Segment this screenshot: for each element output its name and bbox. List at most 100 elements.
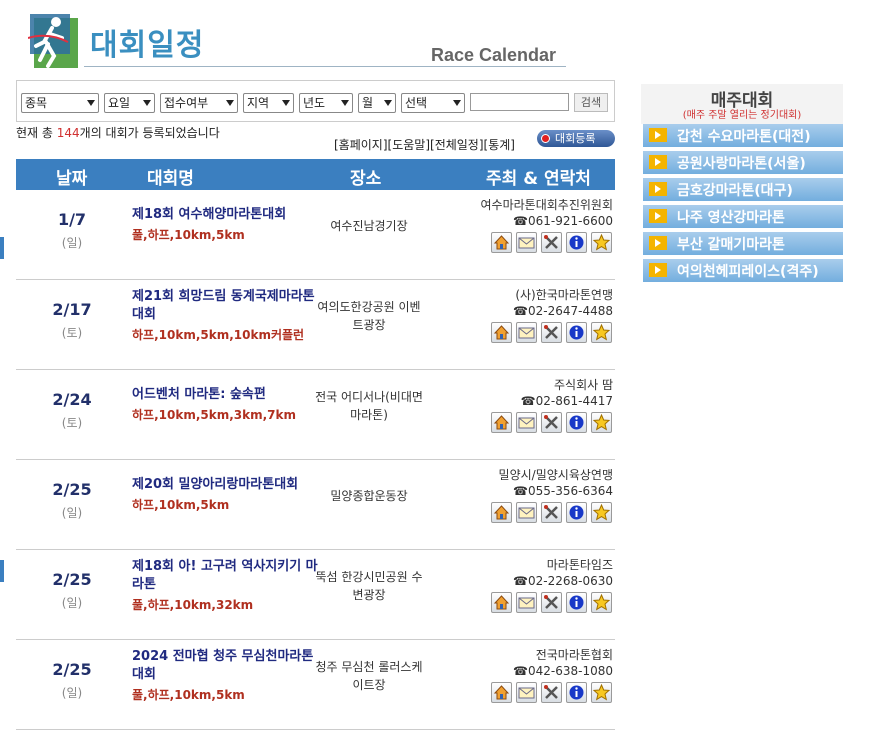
race-date: 2/17 (52, 300, 92, 319)
register-label: 대회등록 (555, 132, 596, 145)
race-organizer: 전국마라톤협회 (535, 648, 613, 662)
star-icon[interactable] (591, 682, 612, 703)
sidebar-race-link[interactable]: 나주 영산강마라톤 (643, 205, 843, 228)
region-select[interactable]: 지역 (243, 93, 294, 113)
info-icon[interactable] (566, 322, 587, 343)
mail-icon[interactable] (516, 592, 537, 613)
race-name-link[interactable]: 제21회 희망드림 동계국제마라톤대회 (132, 288, 318, 324)
nav-links[interactable]: [홈페이지][도움말][전체일정][통계] (334, 136, 515, 153)
sidebar-race-link[interactable]: 여의천헤피레이스(격주) (643, 259, 843, 282)
count-prefix: 현재 총 (16, 126, 57, 140)
race-organizer: 여수마라톤대회추진위원회 (480, 198, 613, 212)
select-value: 지역 (247, 96, 270, 110)
race-phone: ☎02-861-4417 (520, 394, 613, 408)
col-date: 날짜 (56, 169, 88, 189)
title-divider (84, 66, 566, 67)
race-phone: ☎02-2647-4488 (513, 304, 613, 318)
star-icon[interactable] (591, 412, 612, 433)
sidebar-title: 매주대회 (710, 91, 774, 111)
info-icon[interactable] (566, 412, 587, 433)
tools-icon[interactable] (541, 592, 562, 613)
race-date: 2/24 (52, 390, 92, 409)
select-value: 선택 (405, 96, 428, 110)
star-icon[interactable] (591, 322, 612, 343)
sidebar-item-label: 갑천 수요마라톤(대전) (677, 129, 811, 145)
registration-select[interactable]: 접수여부 (160, 93, 238, 113)
row-actions (491, 502, 613, 524)
table-row: 2/25 (일) 제18회 아! 고구려 역사지키기 마라톤 풀,하프,10km,32… (16, 550, 615, 640)
option-select[interactable]: 선택 (401, 93, 465, 113)
select-value: 접수여부 (164, 96, 209, 110)
category-select[interactable]: 종목 (21, 93, 99, 113)
sidebar-header: 매주대회 (매주 주말 열리는 정기대회) (641, 84, 843, 124)
weekday-select[interactable]: 요일 (104, 93, 155, 113)
race-weekday: (일) (61, 506, 83, 520)
tools-icon[interactable] (541, 412, 562, 433)
play-arrow-icon (649, 209, 667, 223)
race-courses: 풀,하프,10km,5km (132, 228, 245, 242)
race-name-link[interactable]: 제18회 여수해양마라톤대회 (132, 206, 318, 224)
race-name-link[interactable]: 제20회 밀양아리랑마라톤대회 (132, 476, 318, 494)
month-select[interactable]: 월 (358, 93, 396, 113)
mail-icon[interactable] (516, 232, 537, 253)
home-icon[interactable] (491, 592, 512, 613)
record-icon (541, 134, 550, 143)
race-courses: 하프,10km,5km,3km,7km (132, 408, 297, 422)
mail-icon[interactable] (516, 412, 537, 433)
sidebar-race-link[interactable]: 공원사랑마라톤(서울) (643, 151, 843, 174)
home-icon[interactable] (491, 232, 512, 253)
search-input[interactable] (470, 93, 569, 111)
mail-icon[interactable] (516, 502, 537, 523)
sidebar-race-link[interactable]: 부산 갈매기마라톤 (643, 232, 843, 255)
race-organizer: 마라톤타임즈 (546, 558, 613, 572)
home-icon[interactable] (491, 682, 512, 703)
race-place: 여수진남경기장 (330, 219, 408, 233)
race-phone: ☎061-921-6600 (513, 214, 613, 228)
star-icon[interactable] (591, 502, 612, 523)
left-edge-marker (0, 237, 4, 259)
select-value: 종목 (25, 96, 48, 110)
mail-icon[interactable] (516, 322, 537, 343)
tools-icon[interactable] (541, 232, 562, 253)
sidebar-item-label: 나주 영산강마라톤 (677, 210, 785, 226)
left-edge-marker (0, 560, 4, 582)
mail-icon[interactable] (516, 682, 537, 703)
register-race-button[interactable]: 대회등록 (537, 130, 615, 147)
select-value: 년도 (303, 96, 326, 110)
chevron-down-icon (453, 100, 461, 106)
race-courses: 하프,10km,5km,10km커플런 (132, 328, 305, 342)
home-icon[interactable] (491, 502, 512, 523)
select-value: 요일 (108, 96, 131, 110)
race-phone: ☎055-356-6364 (513, 484, 613, 498)
tools-icon[interactable] (541, 502, 562, 523)
search-button[interactable]: 검색 (574, 93, 608, 112)
race-count: 144 (56, 126, 80, 140)
race-name-link[interactable]: 2024 전마협 청주 무심천마라톤대회 (132, 648, 318, 684)
info-icon[interactable] (566, 592, 587, 613)
race-organizer: 밀양시/밀양시육상연맹 (498, 468, 613, 482)
race-count-text: 현재 총 144개의 대회가 등록되었습니다 (16, 125, 256, 141)
race-name-link[interactable]: 어드벤처 마라톤: 숲속편 (132, 386, 318, 404)
star-icon[interactable] (591, 232, 612, 253)
col-place: 장소 (350, 169, 382, 189)
col-name: 대회명 (147, 169, 194, 189)
year-select[interactable]: 년도 (299, 93, 353, 113)
home-icon[interactable] (491, 412, 512, 433)
info-icon[interactable] (566, 502, 587, 523)
tools-icon[interactable] (541, 322, 562, 343)
select-value: 월 (362, 96, 374, 110)
race-name-link[interactable]: 제18회 아! 고구려 역사지키기 마라톤 (132, 558, 318, 594)
home-icon[interactable] (491, 322, 512, 343)
race-courses: 풀,하프,10km,32km (132, 598, 254, 612)
sidebar-item-label: 여의천헤피레이스(격주) (677, 264, 819, 280)
row-actions (491, 682, 613, 704)
race-place: 여의도한강공원 이벤트광장 (317, 300, 421, 332)
sidebar-race-link[interactable]: 갑천 수요마라톤(대전) (643, 124, 843, 147)
info-icon[interactable] (566, 232, 587, 253)
star-icon[interactable] (591, 592, 612, 613)
chevron-down-icon (226, 100, 234, 106)
race-phone: ☎042-638-1080 (513, 664, 613, 678)
tools-icon[interactable] (541, 682, 562, 703)
info-icon[interactable] (566, 682, 587, 703)
sidebar-race-link[interactable]: 금호강마라톤(대구) (643, 178, 843, 201)
